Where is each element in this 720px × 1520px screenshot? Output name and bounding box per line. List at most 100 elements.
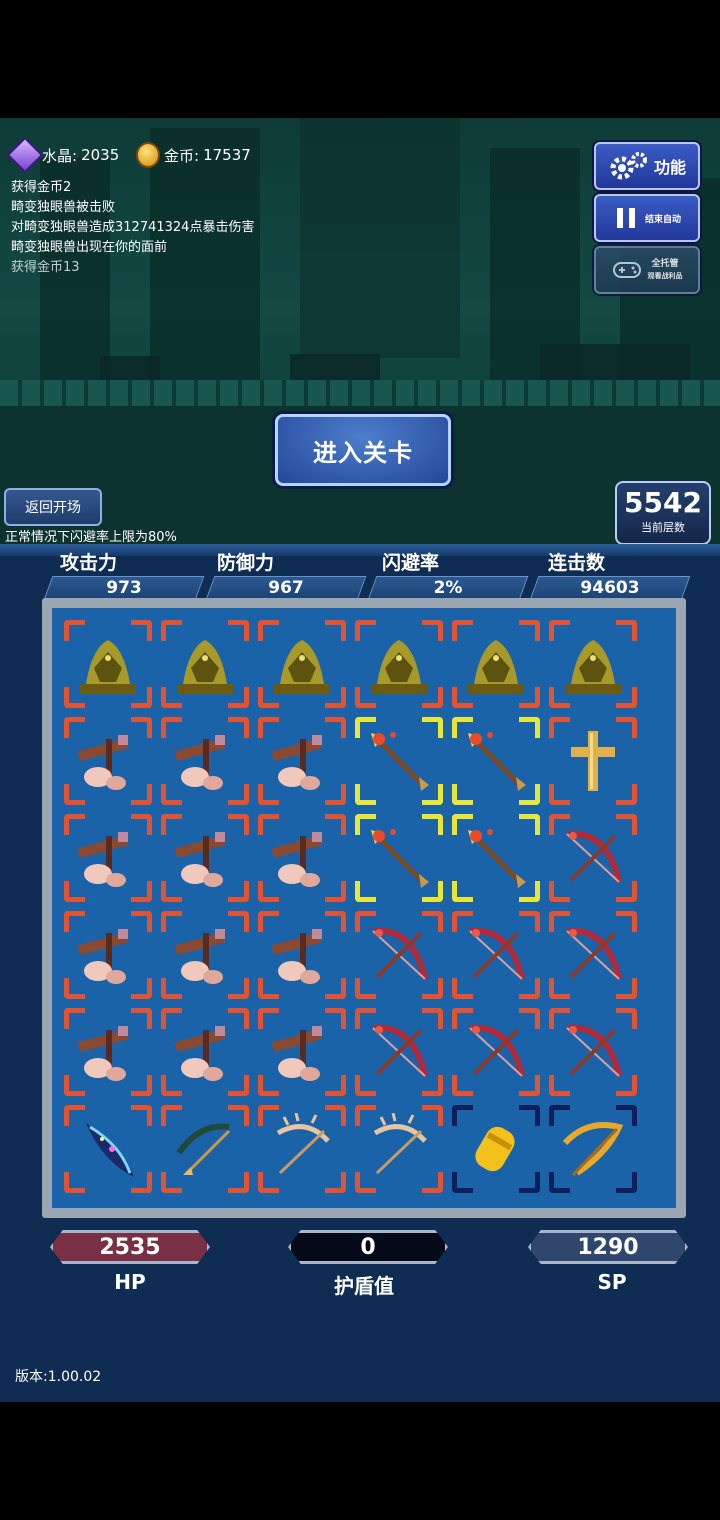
rainbow-blade-icon — [86, 1123, 134, 1177]
inventory-slot[interactable] — [258, 1008, 346, 1096]
crossbow-hand-icon — [77, 735, 129, 790]
crossbow-hand-icon — [271, 1026, 323, 1081]
crimson-bow-icon — [469, 927, 525, 980]
inventory-slot[interactable] — [549, 911, 637, 999]
inventory-slot[interactable] — [355, 717, 443, 805]
crimson-bow-icon — [566, 927, 622, 980]
inventory-slot[interactable] — [161, 911, 249, 999]
inventory-slot[interactable] — [258, 717, 346, 805]
inventory-slot[interactable] — [64, 717, 152, 805]
inventory-slot[interactable] — [549, 620, 637, 708]
dragon-statue-icon — [274, 640, 330, 694]
inventory-slot[interactable] — [452, 1105, 540, 1193]
inventory-slot[interactable] — [355, 620, 443, 708]
inventory-grid — [52, 608, 676, 1208]
dragon-statue-icon — [565, 640, 621, 694]
inventory-slot[interactable] — [64, 814, 152, 902]
crimson-bow-icon — [566, 1024, 622, 1077]
crimson-bow-icon — [372, 927, 428, 980]
dragon-statue-icon — [177, 640, 233, 694]
sp-value: 1290 — [577, 1234, 639, 1260]
inventory-slot[interactable] — [258, 1105, 346, 1193]
crossbow-hand-icon — [77, 1026, 129, 1081]
gold-label: 金币: — [164, 146, 200, 165]
current-floor-box: 5542 当前层数 — [615, 481, 711, 545]
golden-cross-icon — [571, 731, 615, 791]
crossbow-hand-icon — [174, 832, 226, 887]
inventory-slot[interactable] — [355, 814, 443, 902]
inventory-slot[interactable] — [258, 911, 346, 999]
full-hosting-label: 全托管 — [651, 259, 679, 269]
inventory-slot[interactable] — [161, 814, 249, 902]
version-text: 版本:1.00.02 — [15, 1369, 102, 1385]
inventory-slot[interactable] — [452, 814, 540, 902]
inventory-slot[interactable] — [64, 911, 152, 999]
full-hosting-button[interactable]: 全托管 观看战利品 — [594, 246, 700, 294]
fire-arrow-icon — [468, 732, 526, 791]
inventory-slot[interactable] — [258, 814, 346, 902]
hp-value-pill: 2535 — [50, 1230, 210, 1264]
inventory-slot[interactable] — [549, 814, 637, 902]
fire-arrow-icon — [468, 829, 526, 888]
inventory-slot[interactable] — [355, 1105, 443, 1193]
inventory-slot[interactable] — [161, 1008, 249, 1096]
inventory-slot[interactable] — [549, 1105, 637, 1193]
inventory-slot[interactable] — [549, 717, 637, 805]
gold-coin-icon — [136, 142, 160, 168]
gear-icon — [610, 152, 647, 180]
stat-value-defense-text: 967 — [268, 578, 304, 598]
crimson-bow-icon — [566, 830, 622, 883]
crossbow-hand-icon — [77, 832, 129, 887]
log-line: 对畸变独眼兽造成312741324点暴击伤害 — [11, 220, 255, 235]
inventory-slot[interactable] — [452, 911, 540, 999]
stat-label-dodge: 闪避率 — [382, 552, 440, 574]
shield-value: 0 — [360, 1234, 376, 1260]
inventory-slot[interactable] — [549, 1008, 637, 1096]
crossbow-hand-icon — [271, 735, 323, 790]
inventory-slot[interactable] — [452, 717, 540, 805]
inventory-slot[interactable] — [355, 911, 443, 999]
full-hosting-sublabel: 观看战利品 — [647, 272, 683, 280]
stat-label-attack: 攻击力 — [60, 552, 118, 574]
inventory-slot[interactable] — [452, 620, 540, 708]
crossbow-hand-icon — [271, 832, 323, 887]
floor-label: 当前层数 — [641, 521, 685, 534]
inventory-slot[interactable] — [355, 1008, 443, 1096]
sp-label: SP — [597, 1270, 627, 1294]
log-line: 获得金币13 — [11, 260, 80, 275]
crystal-icon — [6, 136, 44, 174]
inventory-slot[interactable] — [161, 717, 249, 805]
log-line: 获得金币2 — [11, 180, 72, 195]
crystal-counter: 水晶: 2035 — [6, 136, 119, 174]
crossbow-hand-icon — [174, 929, 226, 984]
crimson-bow-icon — [372, 1024, 428, 1077]
crossbow-hand-icon — [174, 1026, 226, 1081]
stat-value-defense: 967 — [205, 576, 367, 600]
antler-bow-icon — [276, 1113, 330, 1175]
log-line: 畸变独眼兽被击败 — [11, 200, 116, 215]
inventory-slot[interactable] — [161, 1105, 249, 1193]
dodge-cap-note: 正常情况下闪避率上限为80% — [5, 530, 177, 545]
dragon-statue-icon — [80, 640, 136, 694]
inventory-slot[interactable] — [161, 620, 249, 708]
stat-value-combo: 94603 — [529, 576, 691, 600]
stat-value-combo-text: 94603 — [580, 578, 640, 598]
stop-auto-label: 结束自动 — [644, 214, 681, 225]
antler-bow-icon — [373, 1113, 427, 1175]
stat-label-defense: 防御力 — [217, 552, 275, 574]
inventory-slot[interactable] — [452, 1008, 540, 1096]
shield-label: 护盾值 — [334, 1274, 394, 1298]
back-to-lobby-button[interactable]: 返回开场 — [4, 488, 102, 526]
inventory-slot[interactable] — [64, 1008, 152, 1096]
inventory-slot[interactable] — [64, 1105, 152, 1193]
inventory-slot[interactable] — [258, 620, 346, 708]
crossbow-hand-icon — [174, 735, 226, 790]
stat-value-dodge-text: 2% — [433, 578, 463, 598]
stat-value-attack: 973 — [43, 576, 205, 600]
crystal-label: 水晶: — [42, 146, 78, 165]
enter-stage-button[interactable]: 进入关卡 — [275, 414, 451, 486]
fire-arrow-icon — [371, 732, 429, 791]
stop-auto-button[interactable]: 结束自动 — [594, 194, 700, 242]
inventory-slot[interactable] — [64, 620, 152, 708]
function-button[interactable]: 功能 — [594, 142, 700, 190]
